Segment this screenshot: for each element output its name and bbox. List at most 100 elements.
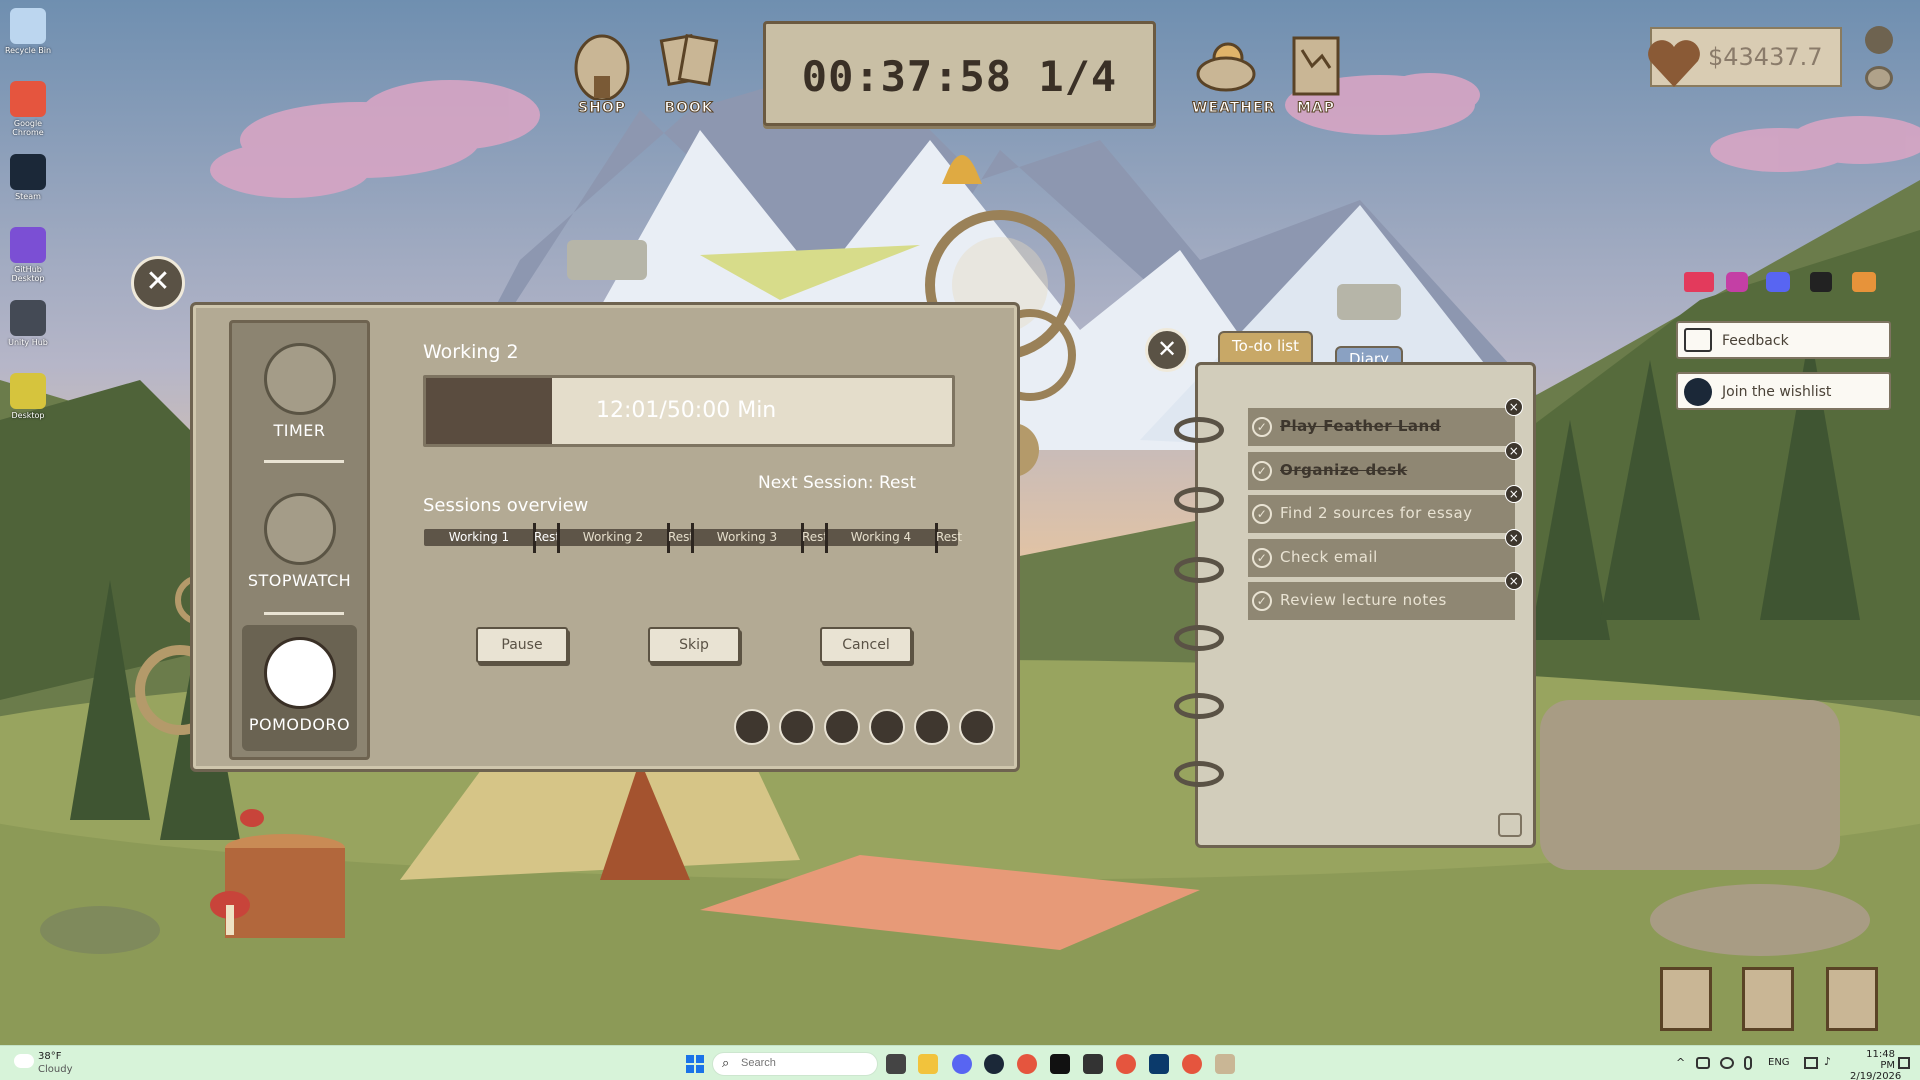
next-session-label: Next Session: Rest xyxy=(758,473,917,493)
todo-item[interactable]: ✓ Find 2 sources for essay × xyxy=(1248,485,1523,533)
weather-button[interactable]: WEATHER xyxy=(1192,30,1275,117)
pomodoro-panel: TIMER STOPWATCH POMODORO Working 2 12:01… xyxy=(190,302,1020,772)
mode-timer[interactable]: TIMER xyxy=(232,323,367,443)
compass-card-button[interactable] xyxy=(1660,967,1712,1031)
desktop-icon[interactable]: Recycle Bin xyxy=(2,8,54,55)
checkmark-icon[interactable]: ✓ xyxy=(1252,504,1272,524)
clock[interactable]: 11:48 PM 2/19/2026 xyxy=(1850,1049,1902,1080)
language-indicator[interactable]: ENG xyxy=(1768,1057,1790,1068)
discord-icon[interactable] xyxy=(952,1054,972,1074)
chrome-icon[interactable] xyxy=(1182,1054,1202,1074)
session-divider xyxy=(691,523,694,553)
book-button[interactable]: BOOK xyxy=(655,30,723,117)
search-input[interactable] xyxy=(741,1057,866,1069)
volume-icon[interactable]: ♪ xyxy=(1824,1055,1831,1068)
task-view-icon[interactable] xyxy=(886,1054,906,1074)
checkmark-icon[interactable]: ✓ xyxy=(1252,591,1272,611)
desktop-icon[interactable]: Unity Hub xyxy=(2,300,54,347)
weather-desc: Cloudy xyxy=(38,1064,73,1075)
binder-ring xyxy=(1174,761,1224,787)
todo-drag-handle[interactable] xyxy=(1337,284,1401,320)
chrome-icon[interactable] xyxy=(1116,1054,1136,1074)
edit-icon[interactable] xyxy=(1498,813,1522,837)
todo-close-icon[interactable]: ✕ xyxy=(1145,328,1189,372)
social-icon[interactable] xyxy=(1684,272,1714,292)
desktop-icon[interactable]: Google Chrome xyxy=(2,81,54,137)
checkmark-icon[interactable]: ✓ xyxy=(1252,417,1272,437)
notification-icon[interactable] xyxy=(1898,1057,1910,1069)
social-icon[interactable] xyxy=(1852,272,1876,292)
taskbar-search[interactable]: ⌕ xyxy=(712,1052,878,1076)
shop-button[interactable]: SHOP xyxy=(568,30,636,117)
instagram-icon[interactable] xyxy=(1726,272,1748,292)
todo-item[interactable]: ✓ Review lecture notes × xyxy=(1248,572,1523,620)
todo-item[interactable]: ✓ Play Feather Land × xyxy=(1248,398,1523,446)
mode-pomodoro[interactable]: POMODORO xyxy=(242,625,357,751)
moon-icon[interactable] xyxy=(914,709,950,745)
desktop-icon-label: Google Chrome xyxy=(12,119,44,137)
discord-icon[interactable] xyxy=(1766,272,1790,292)
tray-icon[interactable] xyxy=(1720,1057,1734,1069)
notion-icon[interactable] xyxy=(1050,1054,1070,1074)
app-icon xyxy=(10,373,46,409)
wishlist-button[interactable]: Join the wishlist xyxy=(1676,372,1891,410)
stopwatch-icon xyxy=(263,493,336,565)
desktop-icon[interactable]: GitHub Desktop xyxy=(2,227,54,283)
app-icon xyxy=(10,154,46,190)
windows-start-icon[interactable] xyxy=(686,1055,704,1073)
feedback-button[interactable]: Feedback xyxy=(1676,321,1891,359)
delete-icon[interactable]: × xyxy=(1505,485,1523,503)
guitar-icon[interactable] xyxy=(779,709,815,745)
eye-icon[interactable] xyxy=(1865,66,1893,90)
delete-icon[interactable]: × xyxy=(1505,572,1523,590)
map-button[interactable]: MAP xyxy=(1282,30,1350,117)
progress-fill xyxy=(426,378,553,444)
session-segment: Working 3 xyxy=(716,530,778,544)
cancel-button[interactable]: Cancel xyxy=(820,627,912,663)
checkmark-icon[interactable]: ✓ xyxy=(1252,547,1272,568)
todo-item-text: Organize desk xyxy=(1280,460,1408,479)
steam-icon[interactable] xyxy=(984,1054,1004,1074)
pause-button[interactable]: Pause xyxy=(476,627,568,663)
desktop-icon[interactable]: Desktop xyxy=(2,373,54,420)
campfire-icon[interactable] xyxy=(824,709,860,745)
checkmark-icon[interactable]: ✓ xyxy=(1252,460,1272,481)
calendar-icon[interactable] xyxy=(1083,1054,1103,1074)
tray-chevron-icon[interactable]: ^ xyxy=(1676,1056,1685,1069)
binder-ring xyxy=(1174,417,1224,443)
music-card-button[interactable] xyxy=(1826,967,1878,1031)
weather-temp: 38°F xyxy=(38,1051,62,1062)
photoshop-icon[interactable] xyxy=(1149,1054,1169,1074)
delete-icon[interactable]: × xyxy=(1505,441,1523,460)
pomodoro-drag-handle[interactable] xyxy=(567,240,647,280)
clock-date: 2/19/2026 xyxy=(1850,1071,1902,1080)
file-explorer-icon[interactable] xyxy=(918,1054,938,1074)
steam-icon xyxy=(1684,378,1712,406)
network-icon[interactable] xyxy=(1804,1057,1818,1069)
settings-gear-icon[interactable] xyxy=(1865,26,1893,54)
feather-land-icon[interactable] xyxy=(1215,1054,1235,1074)
microphone-icon[interactable] xyxy=(1744,1056,1752,1070)
money-display: $43437.7 xyxy=(1648,27,1842,87)
chrome-icon[interactable] xyxy=(1017,1054,1037,1074)
delete-icon[interactable]: × xyxy=(1505,398,1523,416)
tab-todo-list[interactable]: To-do list xyxy=(1218,331,1313,363)
cricket-icon[interactable] xyxy=(959,709,995,745)
binder-ring xyxy=(1174,557,1224,583)
lightbulb-card-button[interactable] xyxy=(1742,967,1794,1031)
sessions-overview-bar: Working 1 Rest Working 2 Rest Working 3 Rest W… xyxy=(424,523,962,553)
flute-icon[interactable] xyxy=(734,709,770,745)
mushroom-icon[interactable] xyxy=(869,709,905,745)
todo-item-text: Check email xyxy=(1280,547,1378,566)
tray-icon[interactable] xyxy=(1696,1057,1710,1069)
mode-stopwatch[interactable]: STOPWATCH xyxy=(232,473,367,593)
sessions-overview-title: Sessions overview xyxy=(423,495,589,516)
desktop-icon-label: Steam xyxy=(15,192,41,201)
skip-button[interactable]: Skip xyxy=(648,627,740,663)
todo-item[interactable]: ✓ Organize desk × xyxy=(1248,441,1523,490)
x-icon[interactable] xyxy=(1810,272,1832,292)
todo-item[interactable]: ✓ Check email × xyxy=(1248,528,1523,577)
delete-icon[interactable]: × xyxy=(1505,528,1523,547)
desktop-icon[interactable]: Steam xyxy=(2,154,54,201)
pomodoro-close-icon[interactable]: ✕ xyxy=(131,256,185,310)
